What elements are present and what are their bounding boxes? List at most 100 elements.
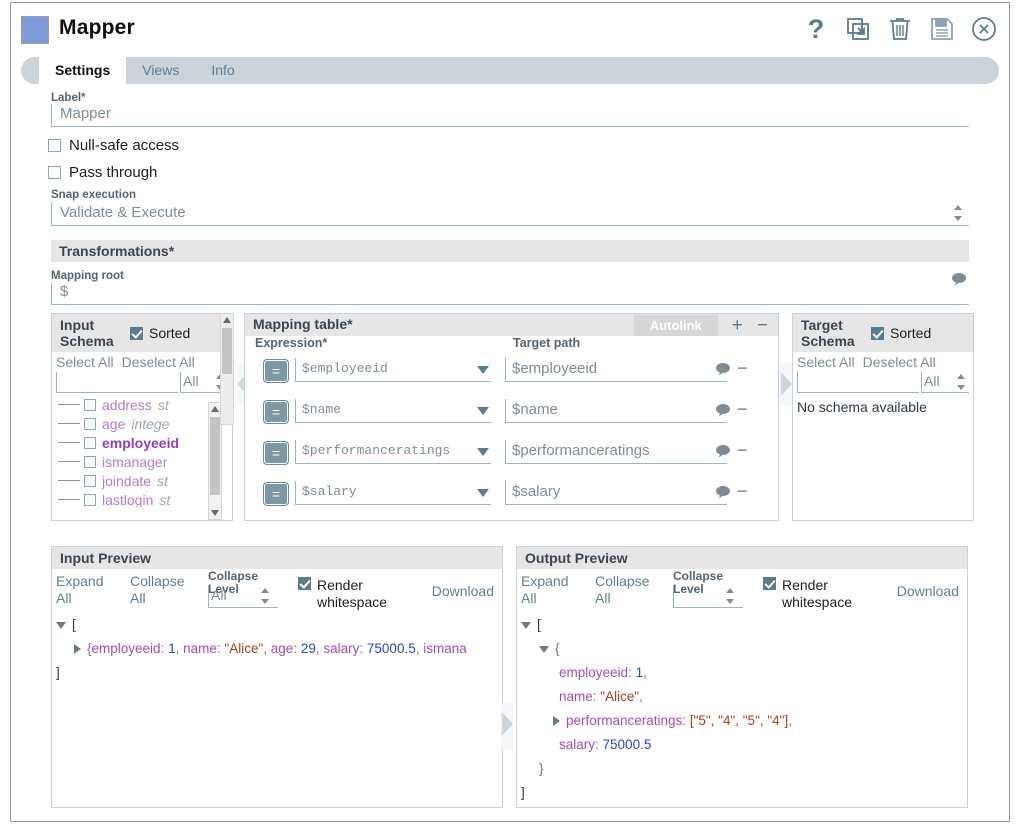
delete-row-icon[interactable]: −: [737, 400, 748, 418]
tree-item[interactable]: address st: [52, 395, 232, 414]
json-line[interactable]: performanceratings: ["5", "4", "5", "4"]…: [521, 709, 963, 733]
tree-item[interactable]: employeeid: [52, 433, 232, 452]
expression-editor-icon[interactable]: =: [263, 400, 289, 424]
output-preview-title: Output Preview: [517, 547, 967, 569]
expression-dropdown-icon[interactable]: [477, 448, 489, 456]
snap-execution-select[interactable]: Validate & Execute: [51, 202, 969, 226]
target-path-input[interactable]: $employeeid: [505, 358, 727, 382]
expression-dropdown-icon[interactable]: [477, 407, 489, 415]
target-schema-deselect-all[interactable]: Deselect All: [863, 354, 936, 370]
pass-through-checkbox[interactable]: [48, 166, 61, 179]
input-schema-deselect-all[interactable]: Deselect All: [122, 354, 195, 370]
scrollbar-thumb[interactable]: [210, 417, 220, 495]
delete-row-icon[interactable]: −: [737, 359, 748, 377]
expression-dropdown-icon[interactable]: [477, 366, 489, 374]
expression-input[interactable]: $name: [295, 399, 491, 423]
input-schema-sorted-row[interactable]: Sorted: [130, 325, 190, 341]
scroll-up-icon[interactable]: [221, 314, 233, 326]
input-schema-panel-scrollbar[interactable]: [220, 313, 234, 425]
input-render-whitespace-checkbox[interactable]: [298, 577, 311, 590]
output-collapse-all-button[interactable]: Collapse All: [595, 573, 655, 607]
tree-item-checkbox[interactable]: [84, 399, 96, 411]
caret-down-icon[interactable]: [521, 622, 531, 629]
target-path-input[interactable]: $performanceratings: [505, 440, 727, 464]
comment-icon[interactable]: [715, 485, 731, 502]
tab-info[interactable]: Info: [195, 57, 250, 84]
output-expand-all-button[interactable]: Expand All: [521, 573, 581, 607]
input-collapse-level-select[interactable]: All: [208, 585, 278, 608]
snap-execution-spinner-icon[interactable]: [954, 205, 963, 221]
tree-item-checkbox[interactable]: [84, 456, 96, 468]
output-render-whitespace-checkbox[interactable]: [763, 577, 776, 590]
input-schema-select-all[interactable]: Select All: [56, 354, 114, 370]
pass-through-row[interactable]: Pass through: [48, 164, 999, 181]
comment-icon[interactable]: [715, 362, 731, 379]
save-icon[interactable]: [929, 15, 955, 43]
expression-editor-icon[interactable]: =: [263, 359, 289, 383]
caret-down-icon[interactable]: [539, 646, 549, 653]
expand-output-preview-arrow-icon[interactable]: [501, 703, 513, 749]
target-schema-type-spinner-icon[interactable]: [957, 374, 966, 390]
expression-dropdown-icon[interactable]: [477, 489, 489, 497]
expression-input[interactable]: $employeeid: [295, 358, 491, 382]
input-schema-sorted-checkbox[interactable]: [130, 327, 143, 340]
mapping-root-input[interactable]: $: [51, 283, 969, 305]
input-render-whitespace-row[interactable]: Render whitespace: [298, 577, 399, 611]
label-input[interactable]: Mapper: [51, 105, 969, 127]
mapping-root-comment-icon[interactable]: [951, 272, 967, 289]
close-icon[interactable]: [971, 15, 997, 43]
expression-editor-icon[interactable]: =: [263, 482, 289, 506]
tree-item[interactable]: lastlogin st: [52, 490, 232, 507]
expression-editor-icon[interactable]: =: [263, 441, 289, 465]
target-schema-select-all[interactable]: Select All: [797, 354, 855, 370]
tree-item-checkbox[interactable]: [84, 494, 96, 506]
add-mapping-row-button[interactable]: +: [732, 316, 743, 335]
input-schema-filter-input[interactable]: [56, 372, 178, 393]
help-icon[interactable]: ?: [803, 15, 829, 43]
comment-icon[interactable]: [715, 444, 731, 461]
nullsafe-access-checkbox[interactable]: [48, 139, 61, 152]
json-line[interactable]: {employeeid: 1, name: "Alice", age: 29, …: [56, 637, 498, 661]
input-download-button[interactable]: Download: [432, 583, 494, 599]
scroll-down-icon[interactable]: [209, 507, 221, 519]
target-path-input[interactable]: $salary: [505, 481, 727, 505]
caret-down-icon[interactable]: [56, 622, 66, 629]
remove-mapping-row-button[interactable]: −: [757, 316, 768, 335]
json-line[interactable]: {: [521, 637, 963, 661]
tree-item[interactable]: joindate st: [52, 471, 232, 490]
json-line[interactable]: [: [56, 613, 498, 637]
expression-input[interactable]: $performanceratings: [295, 440, 491, 464]
output-collapse-level-select[interactable]: [673, 585, 743, 608]
delete-row-icon[interactable]: −: [737, 441, 748, 459]
input-collapse-all-button[interactable]: Collapse All: [130, 573, 190, 607]
scrollbar-thumb[interactable]: [222, 328, 232, 374]
json-line[interactable]: [: [521, 613, 963, 637]
target-path-input[interactable]: $name: [505, 399, 727, 423]
caret-right-icon[interactable]: [74, 644, 81, 654]
target-schema-filter-input[interactable]: [797, 372, 919, 393]
target-schema-type-select[interactable]: All: [921, 372, 969, 393]
caret-right-icon[interactable]: [553, 716, 560, 726]
tree-item[interactable]: ismanager: [52, 452, 232, 471]
tree-item-checkbox[interactable]: [84, 475, 96, 487]
tree-item-checkbox[interactable]: [84, 437, 96, 449]
target-schema-sorted-checkbox[interactable]: [871, 327, 884, 340]
tree-item[interactable]: age intege: [52, 414, 232, 433]
autolink-button[interactable]: Autolink: [634, 315, 718, 336]
output-download-button[interactable]: Download: [897, 583, 959, 599]
expression-input[interactable]: $salary: [295, 481, 491, 505]
comment-icon[interactable]: [715, 403, 731, 420]
delete-icon[interactable]: [887, 15, 913, 43]
delete-row-icon[interactable]: −: [737, 482, 748, 500]
target-schema-sorted-row[interactable]: Sorted: [871, 325, 931, 341]
output-collapse-level-spinner-icon[interactable]: [726, 588, 735, 604]
input-expand-all-button[interactable]: Expand All: [56, 573, 116, 607]
output-render-whitespace-row[interactable]: Render whitespace: [763, 577, 864, 611]
tab-settings[interactable]: Settings: [39, 57, 126, 84]
input-collapse-level-spinner-icon[interactable]: [261, 588, 270, 604]
export-icon[interactable]: [845, 15, 871, 43]
expand-target-schema-arrow-icon[interactable]: [780, 363, 792, 405]
tab-views[interactable]: Views: [126, 57, 195, 84]
tree-item-checkbox[interactable]: [84, 418, 96, 430]
nullsafe-access-row[interactable]: Null-safe access: [48, 137, 999, 154]
